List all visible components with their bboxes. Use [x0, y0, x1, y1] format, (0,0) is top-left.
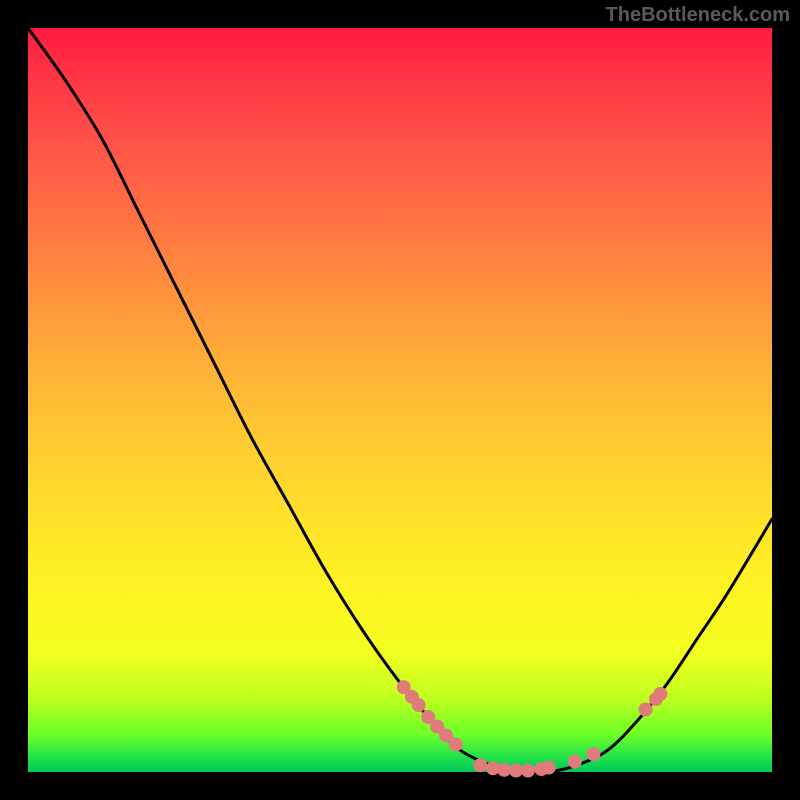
chart-stage: TheBottleneck.com — [0, 0, 800, 800]
curve-marker — [653, 687, 667, 701]
curve-markers — [397, 680, 668, 777]
credit-label: TheBottleneck.com — [606, 4, 790, 27]
curve-marker — [473, 758, 487, 772]
chart-svg — [28, 28, 772, 772]
curve-marker — [586, 747, 600, 761]
curve-marker — [449, 737, 463, 751]
curve-marker — [568, 755, 582, 769]
curve-marker — [639, 703, 653, 717]
curve-marker — [497, 763, 511, 777]
curve-marker — [509, 764, 523, 778]
curve-marker — [521, 764, 535, 778]
bottleneck-curve — [28, 28, 772, 773]
plot-area — [28, 28, 772, 772]
curve-marker — [542, 761, 556, 775]
curve-marker — [412, 698, 426, 712]
